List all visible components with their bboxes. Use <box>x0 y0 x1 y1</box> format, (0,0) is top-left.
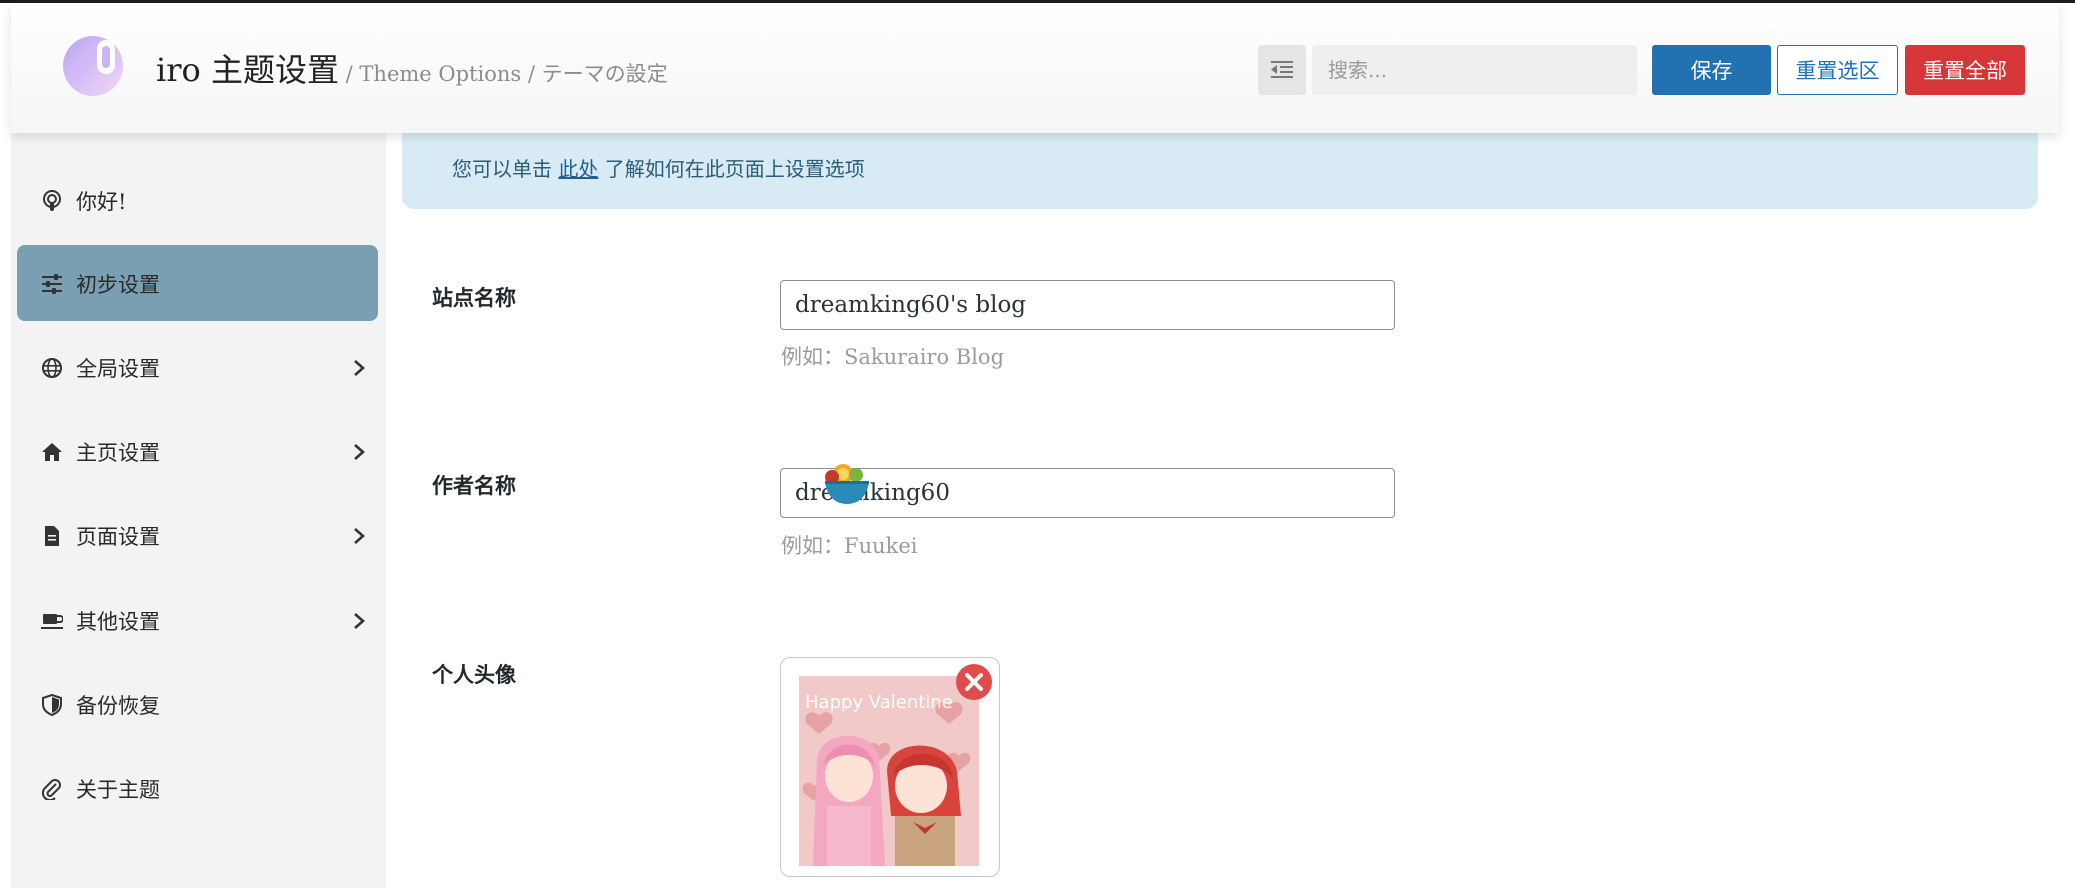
chevron-right-icon <box>354 613 365 629</box>
sidebar-item-label: 关于主题 <box>76 778 160 802</box>
coffee-icon <box>41 614 63 629</box>
chevron-right-icon <box>354 444 365 460</box>
help-link[interactable]: 此处 <box>558 157 598 181</box>
author-name-label: 作者名称 <box>432 473 516 498</box>
sidebar-item-label: 主页设置 <box>76 441 160 465</box>
search-input[interactable] <box>1312 45 1637 95</box>
sidebar-item-label: 备份恢复 <box>76 694 160 718</box>
page-title: iro 主题设置 / Theme Options / テーマの設定 <box>156 45 668 91</box>
chevron-right-icon <box>354 360 365 376</box>
fruit-bowl-sticker-icon <box>825 464 869 504</box>
remove-avatar-button[interactable] <box>955 663 993 701</box>
page-title-main: iro 主题设置 <box>156 51 339 89</box>
sidebar-item-hello[interactable]: 你好! <box>17 162 378 238</box>
chevron-right-icon <box>354 528 365 544</box>
page-subtitle: / Theme Options / テーマの設定 <box>338 62 668 86</box>
sidebar-item-label: 其他设置 <box>76 610 160 634</box>
info-notice: 您可以单击 此处 了解如何在此页面上设置选项 <box>402 133 2038 209</box>
sidebar-item-home-settings[interactable]: 主页设置 <box>17 413 378 489</box>
avatar-image: Happy Valentine <box>799 676 979 866</box>
search-bar <box>1258 45 1637 97</box>
file-icon <box>45 526 59 546</box>
podcast-icon <box>43 190 61 211</box>
sidebar-item-label: 页面设置 <box>76 525 160 549</box>
sidebar-item-label: 全局设置 <box>76 357 160 381</box>
outdent-icon <box>1271 61 1293 78</box>
notice-text: 您可以单击 此处 了解如何在此页面上设置选项 <box>452 153 865 182</box>
notice-text-after: 了解如何在此页面上设置选项 <box>598 157 865 181</box>
reset-section-button[interactable]: 重置选区 <box>1777 45 1898 95</box>
sidebar-item-about-theme[interactable]: 关于主题 <box>17 750 378 826</box>
sidebar-nav: 你好! 初步设置 全局设置 主页设置 页面设置 其他设置 备份恢复 关于主题 <box>11 133 386 888</box>
paperclip-icon <box>41 779 61 800</box>
globe-icon <box>42 358 62 378</box>
site-name-input[interactable] <box>780 280 1395 330</box>
reset-all-button[interactable]: 重置全部 <box>1905 45 2025 95</box>
sidebar-item-page-settings[interactable]: 页面设置 <box>17 497 378 573</box>
sidebar-item-global-settings[interactable]: 全局设置 <box>17 329 378 405</box>
options-header: iro 主题设置 / Theme Options / テーマの設定 保存 重置选… <box>11 3 2059 133</box>
site-name-label: 站点名称 <box>432 285 516 310</box>
avatar-label: 个人头像 <box>432 662 516 687</box>
author-name-hint: 例如：Fuukei <box>781 534 918 558</box>
shield-icon <box>42 694 62 716</box>
home-icon <box>42 443 62 461</box>
sakura-logo-icon <box>63 36 123 96</box>
avatar-upload-box[interactable]: Happy Valentine <box>780 657 1000 877</box>
save-button[interactable]: 保存 <box>1652 45 1771 95</box>
collapse-menu-button[interactable] <box>1258 45 1306 95</box>
sidebar-item-label: 你好! <box>76 190 127 214</box>
notice-text-before: 您可以单击 <box>452 157 559 181</box>
sidebar-item-other-settings[interactable]: 其他设置 <box>17 582 378 658</box>
sidebar-item-basic-settings[interactable]: 初步设置 <box>17 245 378 321</box>
avatar-image-text: Happy Valentine <box>805 692 953 713</box>
site-name-hint: 例如：Sakurairo Blog <box>781 345 1005 369</box>
sliders-icon <box>42 274 62 294</box>
sidebar-item-backup-restore[interactable]: 备份恢复 <box>17 666 378 742</box>
sidebar-item-label: 初步设置 <box>76 273 160 297</box>
author-name-input[interactable] <box>780 468 1395 518</box>
